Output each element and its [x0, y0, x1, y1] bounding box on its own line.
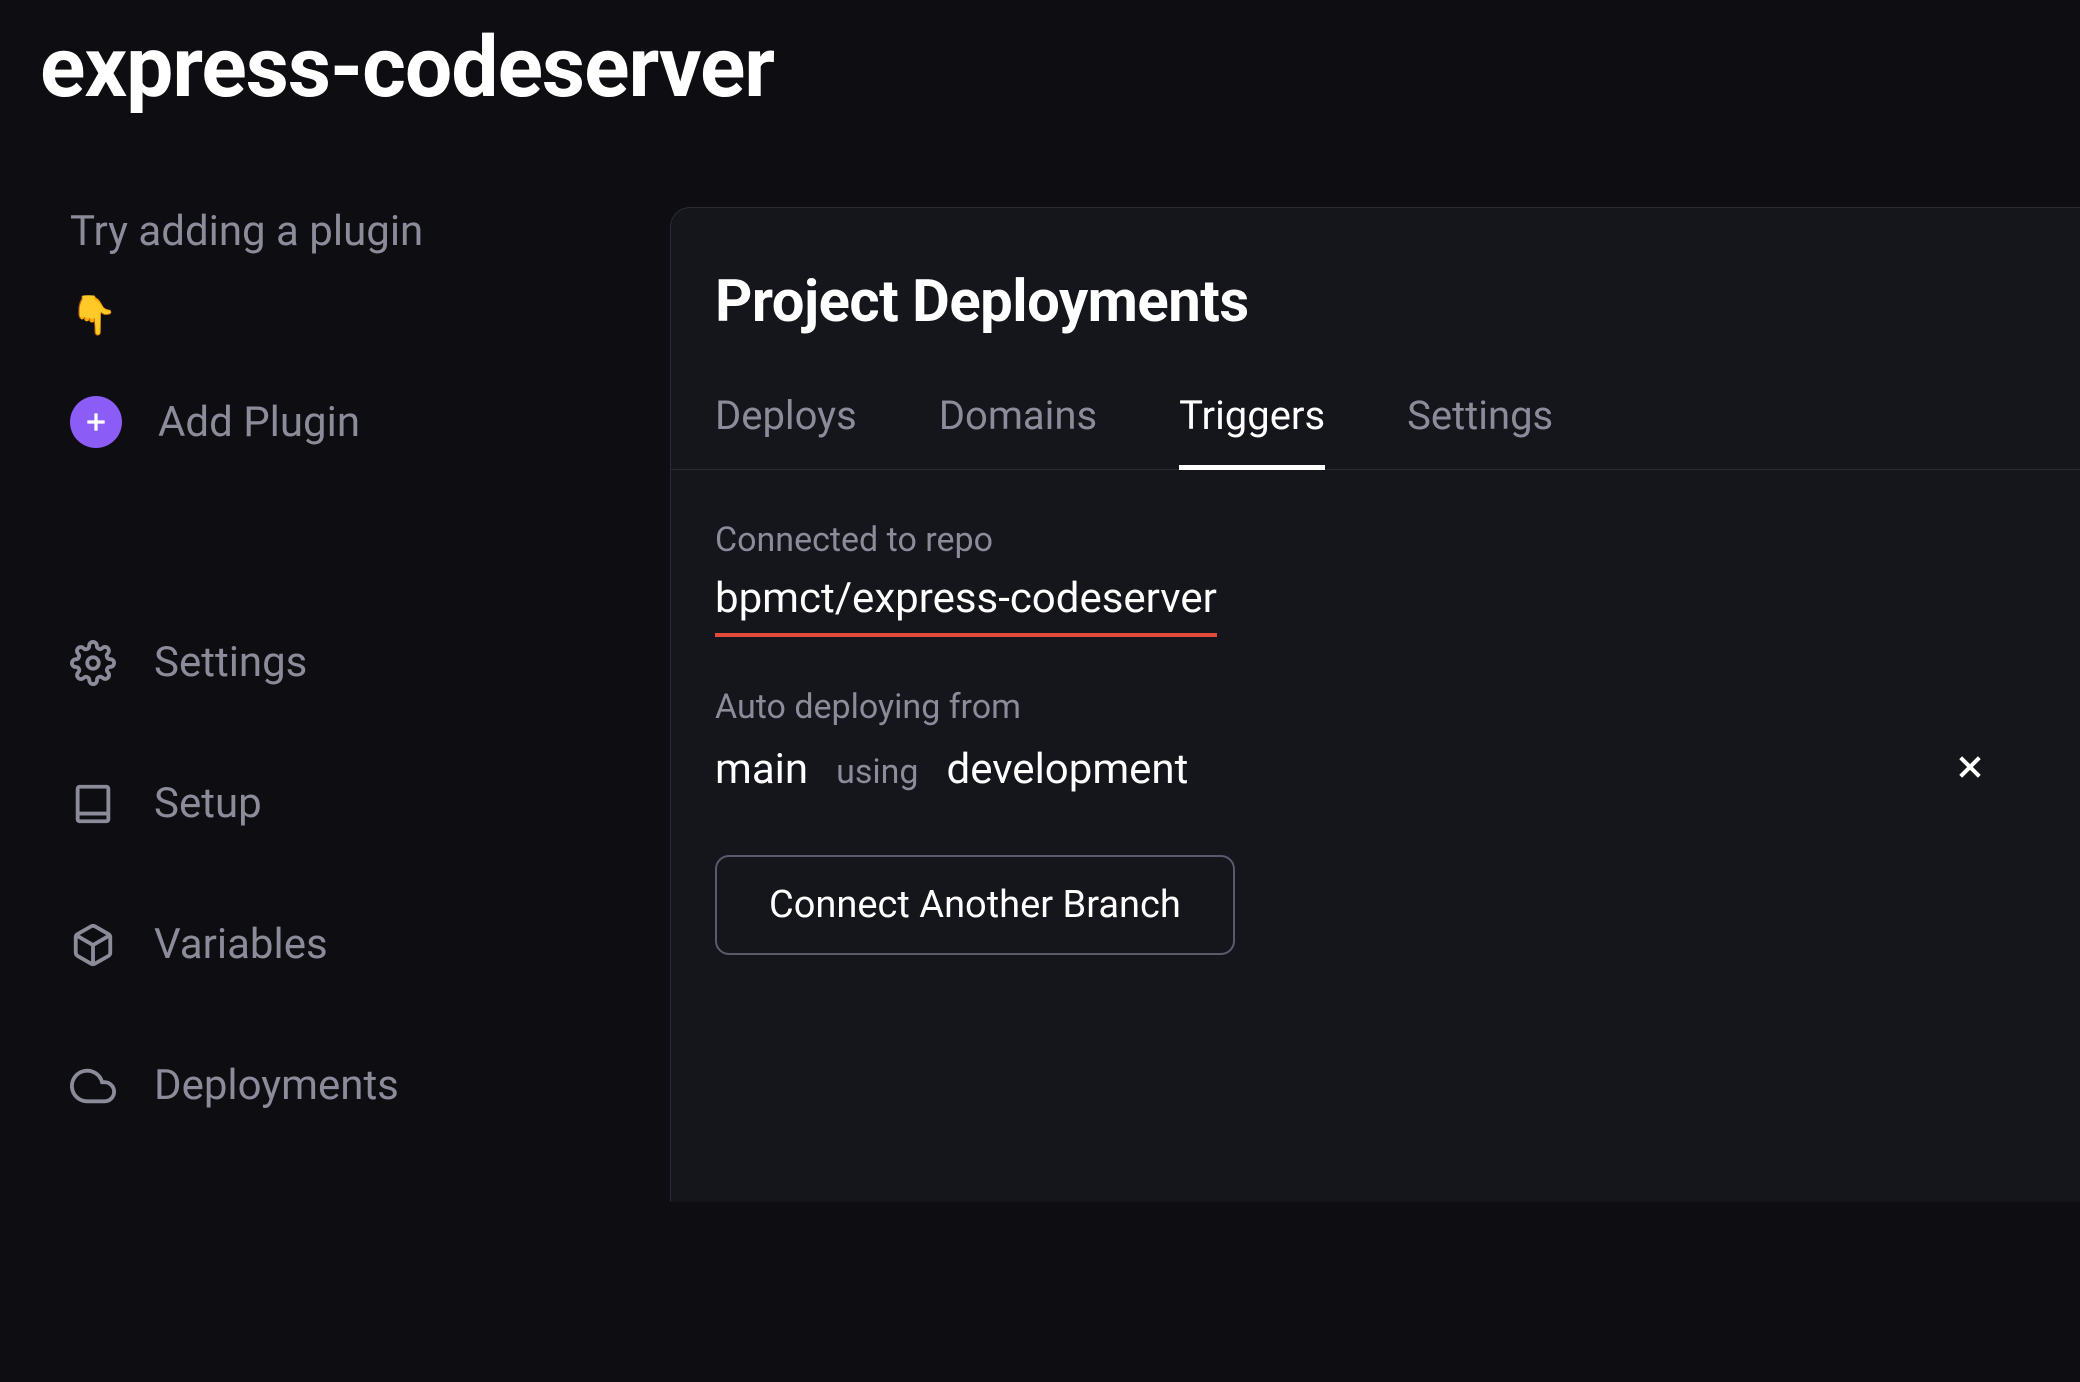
sidebar-item-setup[interactable]: Setup [70, 779, 670, 828]
add-plugin-button[interactable]: Add Plugin [70, 396, 670, 448]
sidebar-item-label: Deployments [154, 1061, 399, 1110]
tab-deploys[interactable]: Deploys [715, 392, 857, 469]
deployments-panel: Project Deployments Deploys Domains Trig… [670, 207, 2080, 1202]
gear-icon [70, 640, 116, 686]
cloud-icon [70, 1063, 116, 1109]
sidebar-item-label: Setup [154, 779, 262, 828]
cube-icon [70, 922, 116, 968]
connector-text: using [836, 752, 918, 792]
sidebar: Try adding a plugin 👇 Add Plugin Setting… [0, 207, 670, 1202]
environment-name: development [947, 745, 1189, 794]
close-icon [1954, 768, 1986, 787]
panel-tabs: Deploys Domains Triggers Settings [671, 392, 2080, 470]
tab-domains[interactable]: Domains [939, 392, 1097, 469]
auto-deploy-config: main using development [715, 745, 1188, 794]
sidebar-nav: Settings Setup Variables D [70, 638, 670, 1110]
sidebar-hint: Try adding a plugin [70, 207, 670, 256]
panel-content: Connected to repo bpmct/express-codeserv… [671, 470, 2080, 1005]
sidebar-item-label: Settings [154, 638, 307, 687]
add-plugin-label: Add Plugin [158, 398, 360, 447]
branch-name: main [715, 745, 808, 794]
remove-trigger-button[interactable] [1944, 741, 1996, 797]
connect-another-branch-button[interactable]: Connect Another Branch [715, 855, 1235, 955]
auto-deploy-label: Auto deploying from [715, 687, 2036, 727]
sidebar-item-variables[interactable]: Variables [70, 920, 670, 969]
book-icon [70, 781, 116, 827]
sidebar-item-settings[interactable]: Settings [70, 638, 670, 687]
auto-deploy-section: Auto deploying from main using developme… [715, 687, 2036, 797]
tab-settings[interactable]: Settings [1407, 392, 1553, 469]
pointing-down-emoji-icon: 👇 [70, 294, 670, 338]
repo-link[interactable]: bpmct/express-codeserver [715, 574, 1217, 637]
tab-triggers[interactable]: Triggers [1179, 392, 1325, 469]
panel-title: Project Deployments [671, 268, 2080, 336]
sidebar-item-deployments[interactable]: Deployments [70, 1061, 670, 1110]
repo-label: Connected to repo [715, 520, 2036, 560]
plus-icon [70, 396, 122, 448]
project-title: express-codeserver [0, 0, 2080, 117]
sidebar-item-label: Variables [154, 920, 328, 969]
